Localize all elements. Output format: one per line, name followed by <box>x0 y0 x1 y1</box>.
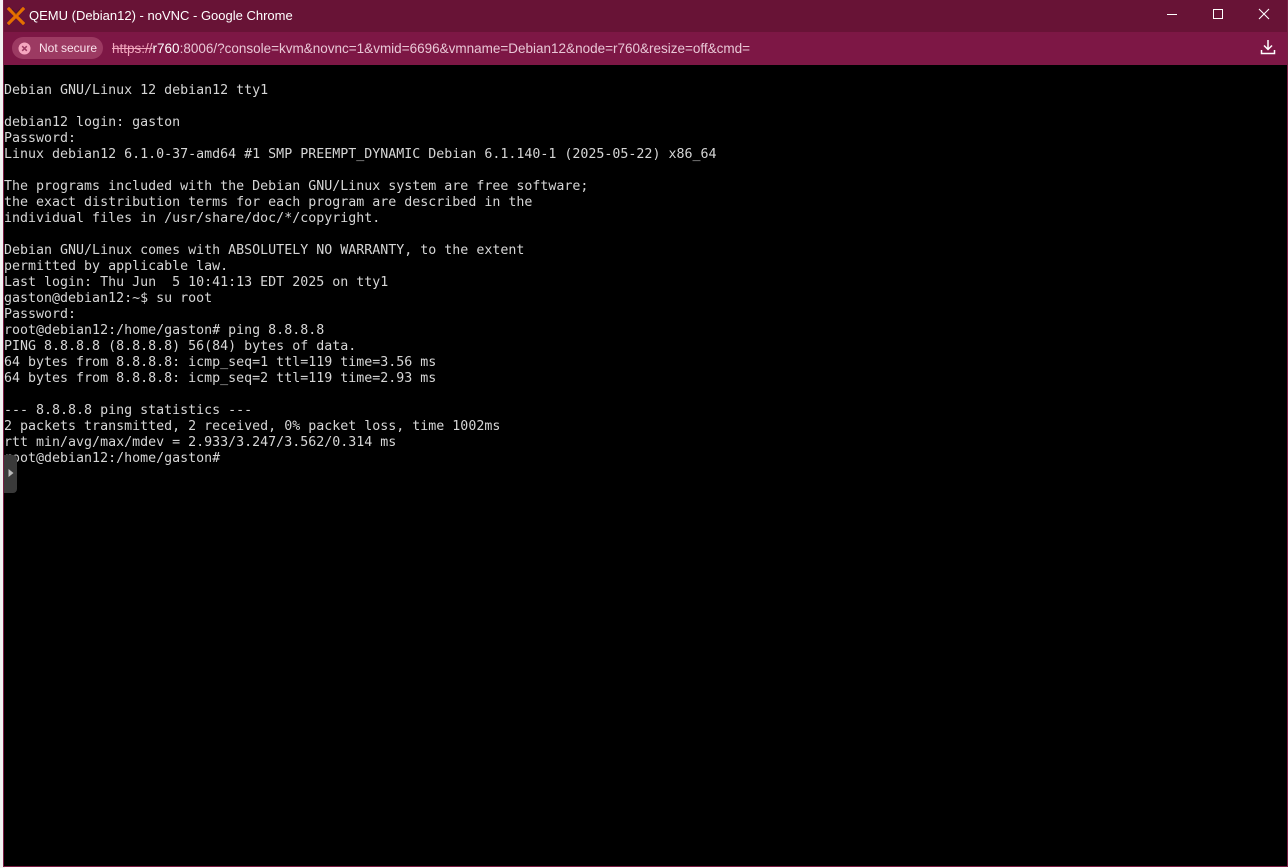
maximize-button[interactable] <box>1195 0 1241 32</box>
terminal-line: individual files in /usr/share/doc/*/cop… <box>4 211 381 226</box>
url-scheme: https:// <box>112 41 153 56</box>
url-host: r760 <box>152 41 180 56</box>
download-icon <box>1259 38 1277 61</box>
terminal-line: Password: <box>4 307 77 322</box>
url-path: :8006/?console=kvm&novnc=1&vmid=6696&vmn… <box>179 41 751 56</box>
terminal-line: rtt min/avg/max/mdev = 2.933/3.247/3.562… <box>4 435 397 450</box>
terminal-line: Password: <box>4 131 77 146</box>
proxmox-x-icon <box>6 6 26 26</box>
title-bar[interactable]: QEMU (Debian12) - noVNC - Google Chrome <box>4 0 1287 32</box>
download-button[interactable] <box>1257 38 1279 60</box>
terminal-line: debian12 login: gaston <box>4 115 181 130</box>
minimize-button[interactable] <box>1149 0 1195 32</box>
minimize-icon <box>1166 7 1178 25</box>
terminal-line: --- 8.8.8.8 ping statistics --- <box>4 403 253 418</box>
maximize-icon <box>1212 7 1224 25</box>
vnc-console[interactable]: Debian GNU/Linux 12 debian12 tty1 debian1… <box>4 65 1287 866</box>
close-icon <box>1258 7 1270 25</box>
terminal-line: Debian GNU/Linux comes with ABSOLUTELY N… <box>4 243 525 258</box>
novnc-sidebar-handle[interactable] <box>4 455 17 493</box>
terminal-line: 64 bytes from 8.8.8.8: icmp_seq=2 ttl=11… <box>4 371 437 386</box>
terminal-line: gaston@debian12:~$ su root <box>4 291 213 306</box>
address-bar: Not secure https://r760:8006/?console=kv… <box>4 32 1287 65</box>
window-title: QEMU (Debian12) - noVNC - Google Chrome <box>29 8 293 23</box>
terminal-line: the exact distribution terms for each pr… <box>4 195 533 210</box>
url-field[interactable]: https://r760:8006/?console=kvm&novnc=1&v… <box>112 32 750 65</box>
not-secure-chip[interactable]: Not secure <box>12 37 103 59</box>
not-secure-label: Not secure <box>39 41 98 55</box>
chevron-right-icon <box>7 465 15 483</box>
terminal-line: PING 8.8.8.8 (8.8.8.8) 56(84) bytes of d… <box>4 339 357 354</box>
terminal-line: 64 bytes from 8.8.8.8: icmp_seq=1 ttl=11… <box>4 355 437 370</box>
terminal-line: Linux debian12 6.1.0-37-amd64 #1 SMP PRE… <box>4 147 717 162</box>
terminal-output: Debian GNU/Linux 12 debian12 tty1 debian1… <box>4 83 716 467</box>
terminal-line: root@debian12:/home/gaston# ping 8.8.8.8 <box>4 323 325 338</box>
not-secure-icon <box>18 42 31 55</box>
close-button[interactable] <box>1241 0 1287 32</box>
terminal-line: The programs included with the Debian GN… <box>4 179 589 194</box>
terminal-line: permitted by applicable law. <box>4 259 229 274</box>
terminal-line: Last login: Thu Jun 5 10:41:13 EDT 2025 … <box>4 275 389 290</box>
terminal-line: 2 packets transmitted, 2 received, 0% pa… <box>4 419 501 434</box>
browser-window: QEMU (Debian12) - noVNC - Google Chrome <box>4 0 1287 866</box>
terminal-line: root@debian12:/home/gaston# <box>4 451 221 466</box>
terminal-line: Debian GNU/Linux 12 debian12 tty1 <box>4 83 269 98</box>
